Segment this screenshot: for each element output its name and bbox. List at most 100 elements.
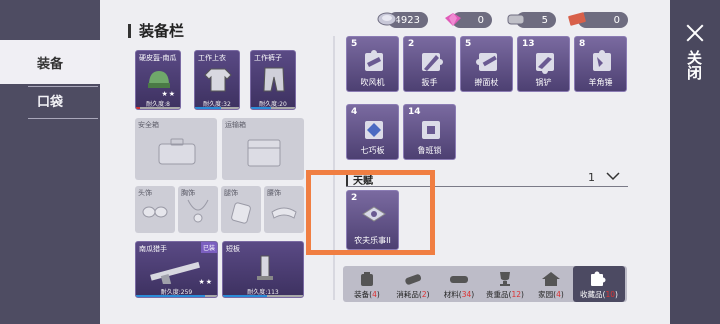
slot-label: 短板: [226, 245, 240, 253]
equipped-badge: 已装: [200, 242, 217, 253]
item-name: 七巧板: [360, 146, 385, 155]
item-count: 4: [351, 107, 358, 117]
item-count: 13: [522, 39, 535, 49]
nav-divider: [28, 118, 98, 119]
item-card[interactable]: 5 擀面杖: [460, 36, 513, 92]
tab-label: 装备(4): [354, 290, 380, 299]
equipment-title: 装备栏: [128, 24, 184, 39]
durability-bar: [223, 295, 303, 297]
item-name: 吹风机: [360, 78, 385, 87]
tab-label: 消耗品(2): [396, 290, 430, 299]
goggles-icon: [142, 206, 168, 218]
trophy-icon: [500, 272, 510, 286]
item-name: 扳手: [421, 78, 438, 87]
tab-label: 家园(4): [538, 290, 564, 299]
item-name: 擀面杖: [474, 78, 499, 87]
tab-collectibles[interactable]: 收藏品(10): [573, 266, 625, 302]
slot-label: 安全箱: [138, 121, 159, 129]
gem-icon: [442, 9, 464, 29]
slot-melee[interactable]: 短板 耐久度:113: [222, 241, 304, 298]
close-bar[interactable]: 关闭: [670, 0, 720, 324]
item-card[interactable]: 14 鲁班锁: [403, 104, 456, 160]
slot-label: 胸饰: [181, 189, 195, 197]
item-card[interactable]: 4 七巧板: [346, 104, 399, 160]
item-name: 羊角锤: [588, 78, 613, 87]
puzzle-piece-icon: [476, 53, 497, 71]
slot-label: 头饰: [138, 189, 152, 197]
page-number[interactable]: 1: [588, 171, 595, 184]
puzzle-piece-icon: [365, 121, 383, 139]
slot-helmet[interactable]: 硬皮盔-南瓜 ★★ 耐久度:8: [135, 50, 181, 110]
house-icon: [542, 272, 560, 286]
slot-head-accessory[interactable]: 头饰: [135, 186, 175, 233]
safe-box-icon: [158, 138, 196, 165]
slot-transport-box[interactable]: 运输箱: [222, 118, 304, 180]
item-card[interactable]: 8 羊角锤: [574, 36, 627, 92]
item-count: 8: [579, 39, 586, 49]
item-card[interactable]: 5 吹风机: [346, 36, 399, 92]
tab-label: 贵重品(12): [486, 290, 524, 299]
highlight-frame: [306, 170, 435, 255]
tab-valuables[interactable]: 贵重品(12): [483, 266, 527, 302]
durability-bar: [136, 295, 217, 297]
transport-box-icon: [247, 139, 281, 167]
item-card[interactable]: 13 锅铲: [517, 36, 570, 92]
item-count: 5: [465, 39, 472, 49]
ticket-icon: [566, 9, 588, 29]
item-name: 锅铲: [535, 78, 552, 87]
leg-guard-icon: [231, 202, 251, 224]
stone-icon: [505, 9, 527, 29]
slot-stars: ★★: [198, 278, 213, 286]
durability-bar: [195, 107, 239, 109]
puzzle-piece-icon: [593, 50, 611, 71]
puzzle-piece-icon: [422, 121, 440, 139]
tab-consumables[interactable]: 消耗品(2): [391, 266, 435, 302]
belt-icon: [271, 207, 297, 219]
durability-bar: [251, 107, 295, 109]
close-icon[interactable]: [686, 24, 704, 42]
coin-icon: [376, 9, 398, 29]
slot-chest-accessory[interactable]: 胸饰: [178, 186, 218, 233]
nav-pocket[interactable]: 口袋: [0, 78, 100, 122]
slot-label: 腿饰: [224, 189, 238, 197]
rifle-icon: [150, 261, 200, 284]
durability-bar: [136, 107, 180, 109]
slot-waist-accessory[interactable]: 腰饰: [264, 186, 304, 233]
puzzle-piece-icon: [536, 53, 554, 74]
slot-leg-accessory[interactable]: 腿饰: [221, 186, 261, 233]
slot-stars: ★★: [161, 90, 176, 98]
slot-weapon[interactable]: 南瓜猎手 已装 ★★ 耐久度:259: [135, 241, 218, 298]
pants-icon: [263, 67, 285, 92]
item-count: 2: [408, 39, 415, 49]
tab-home[interactable]: 家园(4): [529, 266, 573, 302]
slot-label: 硬皮盔-南瓜: [139, 54, 177, 62]
slot-label: 运输箱: [225, 121, 246, 129]
necklace-icon: [187, 199, 209, 223]
slot-label: 工作上衣: [198, 54, 226, 62]
slot-label: 南瓜猎手: [139, 245, 167, 253]
tab-materials[interactable]: 材料(34): [437, 266, 481, 302]
item-count: 14: [408, 107, 421, 117]
slot-safe-box[interactable]: 安全箱: [135, 118, 217, 180]
item-name: 鲁班锁: [417, 146, 442, 155]
chevron-down-icon[interactable]: [606, 171, 620, 181]
puzzle-piece-icon: [365, 50, 383, 71]
puzzle-icon: [591, 271, 606, 286]
item-count: 5: [351, 39, 358, 49]
slot-label: 腰饰: [267, 189, 281, 197]
item-card[interactable]: 2 扳手: [403, 36, 456, 92]
log-icon: [450, 276, 468, 283]
short-board-icon: [257, 255, 273, 280]
jacket-icon: [204, 68, 232, 92]
backpack-icon: [361, 272, 373, 286]
bandage-icon: [405, 274, 422, 285]
puzzle-piece-icon: [422, 53, 443, 71]
close-label[interactable]: 关闭: [685, 50, 705, 80]
slot-top[interactable]: 工作上衣 耐久度:32: [194, 50, 240, 110]
tab-equipment[interactable]: 装备(4): [345, 266, 389, 302]
left-nav: 装备 口袋: [0, 0, 100, 324]
scrollbar[interactable]: [333, 36, 335, 300]
tab-label: 收藏品(10): [580, 290, 618, 299]
tab-label: 材料(34): [443, 290, 475, 299]
slot-pants[interactable]: 工作裤子 耐久度:20: [250, 50, 296, 110]
